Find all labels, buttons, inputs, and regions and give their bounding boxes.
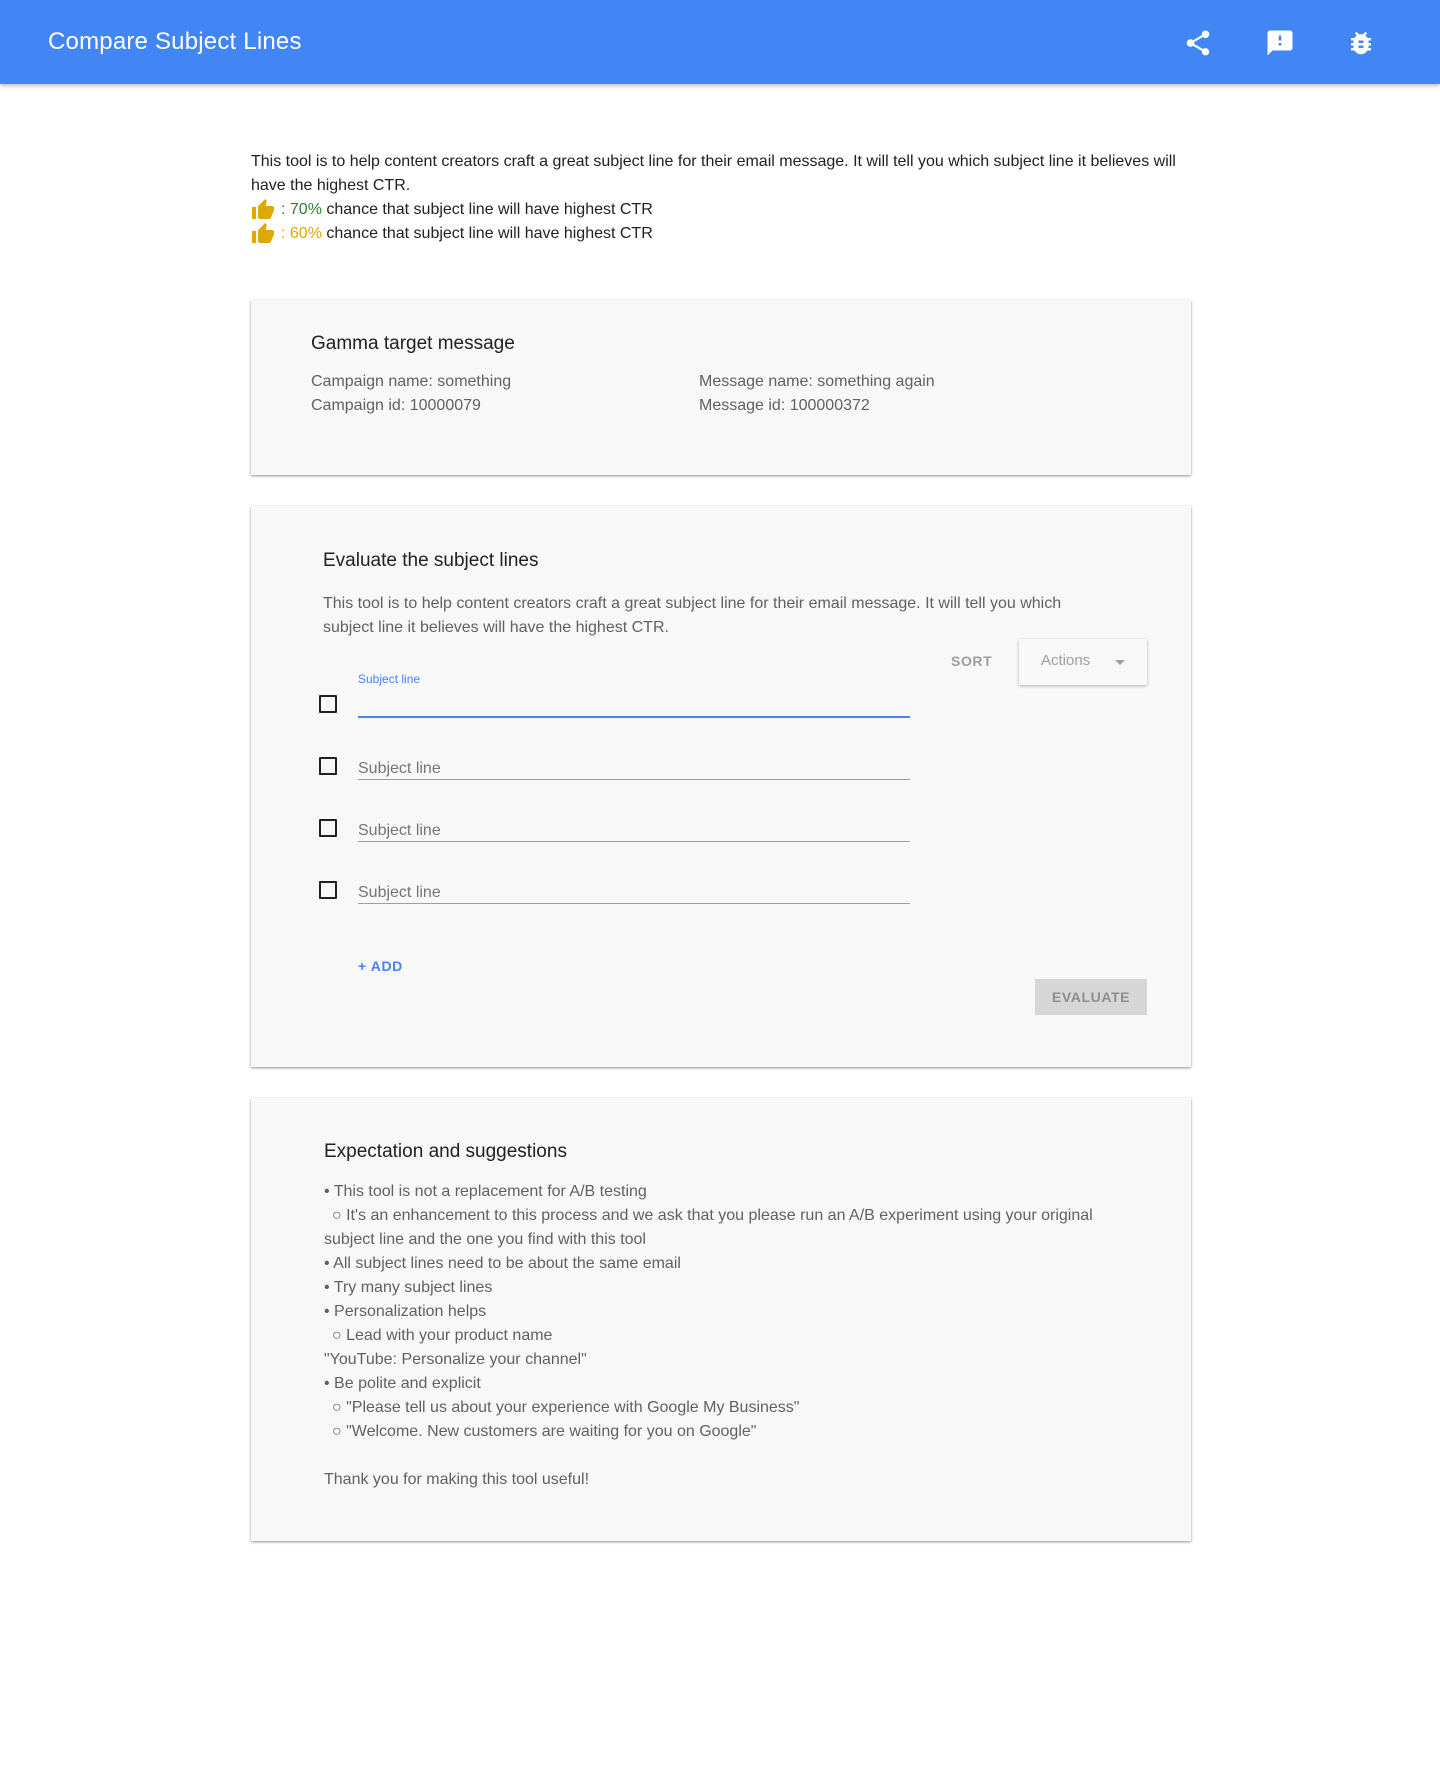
suggestions-card: Expectation and suggestions • This tool … bbox=[251, 1098, 1191, 1541]
bug-report-icon[interactable] bbox=[1346, 28, 1376, 58]
subject-line-input-3[interactable] bbox=[358, 822, 910, 840]
thumbs-up-icon bbox=[251, 198, 277, 222]
subject-line-input-4[interactable] bbox=[358, 884, 910, 902]
subject-checkbox-1[interactable] bbox=[319, 695, 337, 713]
evaluate-description: This tool is to help content creators cr… bbox=[323, 595, 1062, 636]
target-card-title: Gamma target message bbox=[311, 333, 515, 354]
message-id: Message id: 100000372 bbox=[699, 397, 870, 414]
field-underline bbox=[358, 841, 910, 842]
campaign-info: Campaign name: something Campaign id: 10… bbox=[311, 370, 511, 418]
actions-dropdown[interactable]: Actions bbox=[1019, 639, 1147, 685]
suggestion-line: ○ "Please tell us about your experience … bbox=[332, 1399, 800, 1416]
evaluate-card-title: Evaluate the subject lines bbox=[323, 550, 539, 571]
suggestion-line: ○ "Welcome. New customers are waiting fo… bbox=[332, 1423, 757, 1440]
field-underline bbox=[358, 779, 910, 780]
actions-label: Actions bbox=[1041, 652, 1091, 669]
legend-text-60: chance that subject line will have highe… bbox=[321, 225, 653, 242]
suggestion-line: • All subject lines need to be about the… bbox=[324, 1255, 681, 1272]
legend-text-70: chance that subject line will have highe… bbox=[321, 201, 653, 218]
suggestion-line: "YouTube: Personalize your channel" bbox=[324, 1351, 587, 1368]
thank-you-line: Thank you for making this tool useful! bbox=[324, 1471, 590, 1488]
subject-line-input-1[interactable] bbox=[358, 698, 910, 716]
legend-percent-60: : 60% bbox=[281, 225, 322, 242]
subject-checkbox-2[interactable] bbox=[319, 757, 337, 775]
chevron-down-icon bbox=[1115, 660, 1125, 665]
target-message-card: Gamma target message Campaign name: some… bbox=[251, 300, 1191, 475]
feedback-icon[interactable] bbox=[1265, 28, 1295, 58]
thumbs-up-icon bbox=[251, 222, 277, 246]
intro-text: This tool is to help content creators cr… bbox=[251, 153, 1176, 194]
intro-section: This tool is to help content creators cr… bbox=[251, 150, 1196, 246]
subject-field-4 bbox=[358, 858, 910, 904]
add-subject-button[interactable]: + ADD bbox=[358, 958, 403, 974]
suggestion-line: • This tool is not a replacement for A/B… bbox=[324, 1183, 647, 1200]
app-bar: Compare Subject Lines bbox=[0, 0, 1440, 84]
suggestion-line: • Try many subject lines bbox=[324, 1279, 493, 1296]
message-info: Message name: something again Message id… bbox=[699, 370, 935, 418]
legend-row-60: : 60% chance that subject line will have… bbox=[251, 222, 1196, 246]
suggestion-line: • Personalization helps bbox=[324, 1303, 487, 1320]
suggestions-card-title: Expectation and suggestions bbox=[324, 1141, 567, 1162]
subject-field-label: Subject line bbox=[358, 672, 421, 686]
suggestion-line: subject line and the one you find with t… bbox=[324, 1231, 646, 1248]
suggestion-line: ○ It's an enhancement to this process an… bbox=[332, 1207, 1093, 1224]
subject-checkbox-3[interactable] bbox=[319, 819, 337, 837]
share-icon[interactable] bbox=[1183, 28, 1213, 58]
subject-checkbox-4[interactable] bbox=[319, 881, 337, 899]
subject-line-input-2[interactable] bbox=[358, 760, 910, 778]
subject-field-2 bbox=[358, 734, 910, 780]
suggestions-list: • This tool is not a replacement for A/B… bbox=[324, 1180, 1104, 1492]
sort-button[interactable]: SORT bbox=[951, 653, 992, 669]
campaign-name: Campaign name: something bbox=[311, 373, 512, 390]
evaluate-button[interactable]: EVALUATE bbox=[1035, 979, 1147, 1015]
evaluate-card: Evaluate the subject lines This tool is … bbox=[251, 506, 1191, 1067]
campaign-id: Campaign id: 10000079 bbox=[311, 397, 481, 414]
message-name: Message name: something again bbox=[699, 373, 935, 390]
suggestion-line: ○ Lead with your product name bbox=[332, 1327, 553, 1344]
subject-field-1: Subject line bbox=[358, 672, 910, 718]
subject-field-3 bbox=[358, 796, 910, 842]
legend-percent-70: : 70% bbox=[281, 201, 322, 218]
suggestion-line: • Be polite and explicit bbox=[324, 1375, 481, 1392]
field-underline bbox=[358, 716, 910, 718]
suggestion-line bbox=[324, 1444, 1104, 1468]
app-title: Compare Subject Lines bbox=[48, 28, 302, 55]
legend-row-70: : 70% chance that subject line will have… bbox=[251, 198, 1196, 222]
field-underline bbox=[358, 903, 910, 904]
